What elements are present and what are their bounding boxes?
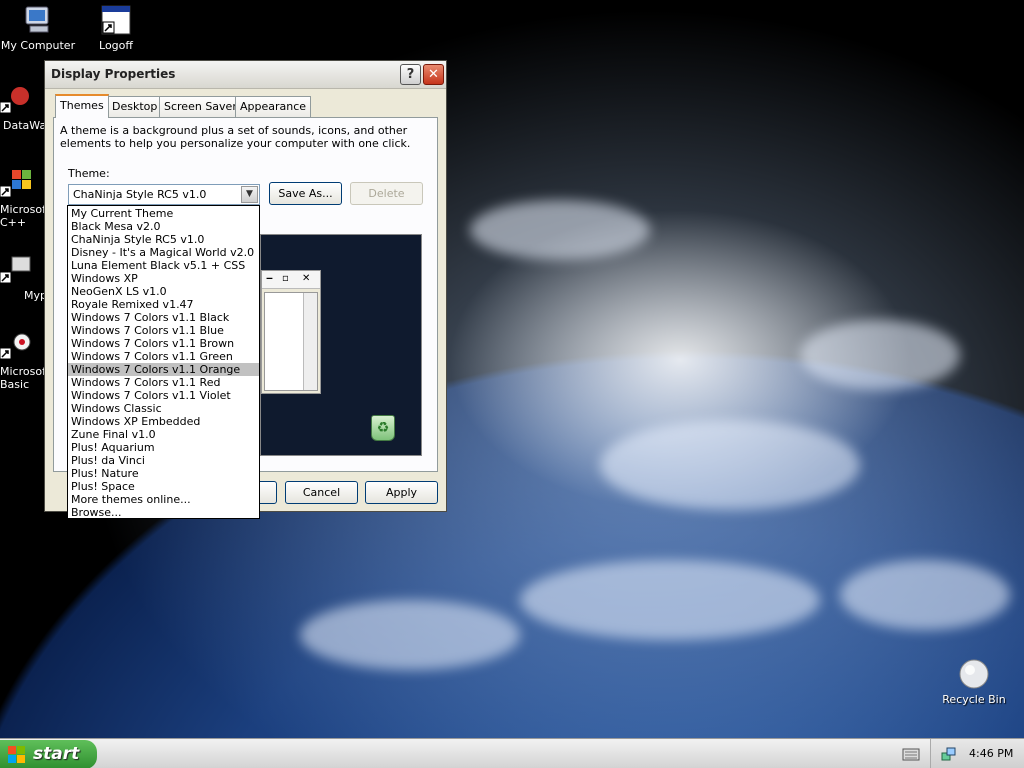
minimize-icon: ‒ (266, 273, 273, 284)
theme-label: Theme: (68, 167, 110, 180)
tab-appearance[interactable]: Appearance (235, 96, 312, 117)
theme-option[interactable]: Plus! da Vinci (68, 454, 259, 467)
theme-option[interactable]: My Current Theme (68, 207, 259, 220)
cloud (600, 420, 860, 510)
theme-option[interactable]: Plus! Aquarium (68, 441, 259, 454)
shortcut-app-icon (0, 330, 32, 362)
network-icon[interactable] (941, 746, 957, 762)
preview-body (264, 292, 318, 391)
chevron-down-icon[interactable]: ▼ (241, 186, 258, 203)
save-as-button[interactable]: Save As... (269, 182, 342, 205)
computer-icon (22, 4, 54, 36)
start-button[interactable]: start (0, 740, 97, 768)
cloud (300, 600, 520, 670)
theme-select-value: ChaNinja Style RC5 v1.0 (73, 188, 207, 201)
close-button[interactable]: ✕ (423, 64, 444, 85)
theme-option[interactable]: Windows 7 Colors v1.1 Orange (68, 363, 259, 376)
tab-desktop[interactable]: Desktop (107, 96, 163, 117)
system-tray: 4:46 PM (930, 739, 1024, 768)
desktop-icon-label: Logoff (99, 39, 133, 52)
start-label: start (33, 744, 80, 764)
shortcut-app-icon (0, 254, 32, 286)
maximize-icon: ▫ (282, 273, 289, 284)
recycle-icon: ♻ (371, 415, 395, 441)
desktop-icon-logoff[interactable]: Logoff (78, 4, 154, 52)
keyboard-icon[interactable] (899, 743, 923, 765)
help-button[interactable]: ? (400, 64, 421, 85)
desktop-icon-my-computer[interactable]: My Computer (0, 4, 76, 52)
clock[interactable]: 4:46 PM (969, 747, 1013, 760)
theme-preview: ‒ ▫ ✕ ♻ (260, 234, 422, 456)
tab-themes[interactable]: Themes (55, 94, 109, 118)
theme-option[interactable]: Plus! Space (68, 480, 259, 493)
theme-option[interactable]: Windows 7 Colors v1.1 Green (68, 350, 259, 363)
desktop-icon-label: Microsoft Basic (0, 365, 51, 391)
theme-option[interactable]: Windows XP (68, 272, 259, 285)
theme-option[interactable]: Royale Remixed v1.47 (68, 298, 259, 311)
delete-button[interactable]: Delete (350, 182, 423, 205)
preview-scrollbar (303, 293, 317, 390)
cancel-button[interactable]: Cancel (285, 481, 358, 504)
theme-option[interactable]: Black Mesa v2.0 (68, 220, 259, 233)
theme-option[interactable]: Plus! Nature (68, 467, 259, 480)
theme-option[interactable]: Zune Final v1.0 (68, 428, 259, 441)
theme-option[interactable]: More themes online... (68, 493, 259, 506)
cloud (470, 200, 650, 260)
theme-option[interactable]: Windows 7 Colors v1.1 Blue (68, 324, 259, 337)
theme-option[interactable]: Windows 7 Colors v1.1 Black (68, 311, 259, 324)
preview-title-bar: ‒ ▫ ✕ (262, 271, 320, 289)
theme-option[interactable]: Windows 7 Colors v1.1 Red (68, 376, 259, 389)
shortcut-app-icon (0, 168, 32, 200)
close-icon: ✕ (302, 273, 311, 284)
desktop-icon-label: Recycle Bin (942, 693, 1006, 706)
cloud (520, 560, 820, 640)
taskbar: start 4:46 PM (0, 738, 1024, 768)
theme-option[interactable]: Disney - It's a Magical World v2.0 (68, 246, 259, 259)
theme-option[interactable]: NeoGenX LS v1.0 (68, 285, 259, 298)
apply-button[interactable]: Apply (365, 481, 438, 504)
title-bar[interactable]: Display Properties ? ✕ (45, 61, 446, 89)
theme-description: A theme is a background plus a set of so… (60, 124, 411, 150)
theme-dropdown-list: My Current Theme Black Mesa v2.0 ChaNinja … (67, 205, 260, 519)
windows-flag-icon (8, 746, 26, 764)
theme-option[interactable]: ChaNinja Style RC5 v1.0 (68, 233, 259, 246)
shortcut-app-icon (0, 84, 32, 116)
shortcut-window-icon (100, 4, 132, 36)
theme-option[interactable]: Windows 7 Colors v1.1 Brown (68, 337, 259, 350)
recycle-bin-icon (958, 658, 990, 690)
cloud (800, 320, 960, 390)
theme-select[interactable]: ChaNinja Style RC5 v1.0 ▼ (68, 184, 260, 205)
desktop-icon-label: My Computer (0, 39, 76, 52)
cloud (840, 560, 1010, 630)
desktop-icon-label: Microsoft C++ (0, 203, 51, 229)
theme-option[interactable]: Windows Classic (68, 402, 259, 415)
theme-option[interactable]: Windows 7 Colors v1.1 Violet (68, 389, 259, 402)
window-title: Display Properties (51, 67, 176, 81)
tab-screen-saver[interactable]: Screen Saver (159, 96, 242, 117)
theme-option[interactable]: Browse... (68, 506, 259, 519)
desktop-icon-recycle-bin[interactable]: Recycle Bin (936, 658, 1012, 706)
theme-option[interactable]: Luna Element Black v5.1 + CSS (68, 259, 259, 272)
preview-window: ‒ ▫ ✕ (261, 270, 321, 394)
theme-option[interactable]: Windows XP Embedded (68, 415, 259, 428)
